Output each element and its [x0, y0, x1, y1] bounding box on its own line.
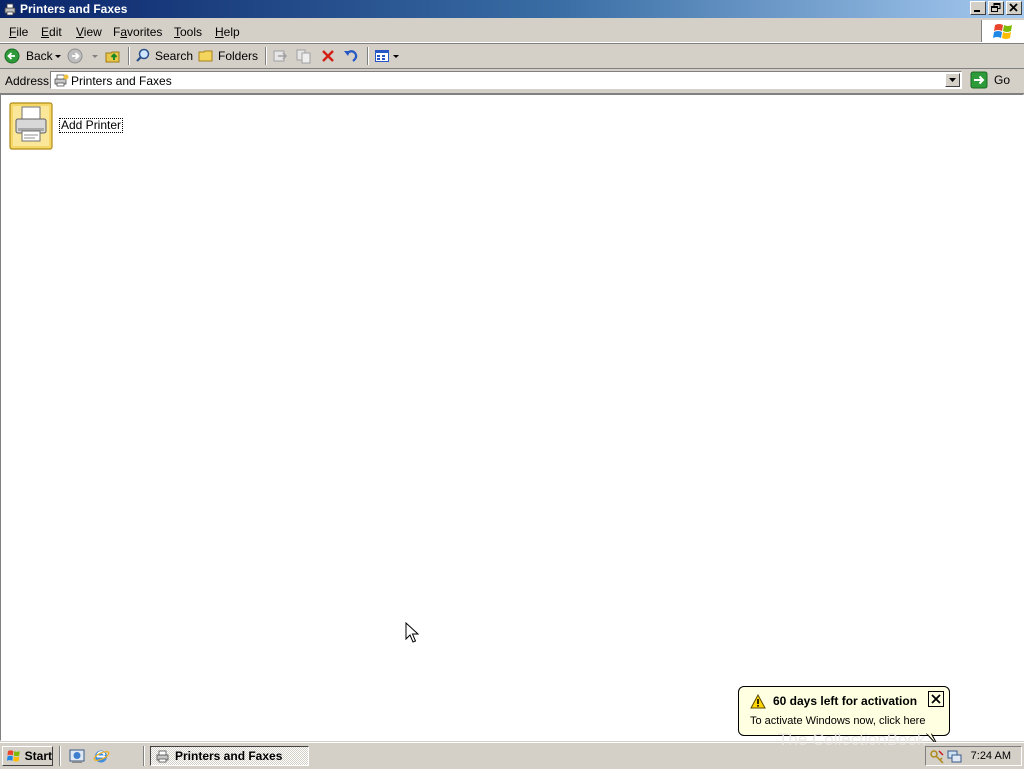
- windows-flag-icon: [993, 24, 1012, 39]
- windows-logo: [981, 20, 1024, 42]
- menu-label: elp: [223, 25, 240, 39]
- mouse-cursor-icon: [405, 622, 419, 643]
- internet-explorer-icon: [93, 750, 110, 763]
- back-label: Back: [26, 49, 53, 63]
- go-button[interactable]: Go: [970, 71, 1010, 89]
- search-label: Search: [155, 49, 194, 63]
- chevron-down-icon: [55, 55, 61, 58]
- server-management-icon: [69, 749, 85, 763]
- folders-button[interactable]: Folders: [198, 47, 258, 65]
- undo-button[interactable]: [343, 47, 359, 65]
- address-bar: Address Printers and Faxes Go: [0, 69, 1024, 94]
- back-history-dropdown[interactable]: [54, 47, 62, 65]
- address-dropdown-button[interactable]: [945, 73, 960, 87]
- move-to-button[interactable]: [272, 47, 288, 65]
- address-input[interactable]: Printers and Faxes: [50, 71, 962, 89]
- restore-button[interactable]: [988, 1, 1004, 15]
- balloon-text[interactable]: To activate Windows now, click here: [750, 715, 925, 727]
- network-icon[interactable]: [947, 749, 962, 767]
- address-value: Printers and Faxes: [71, 74, 172, 88]
- title-bar[interactable]: Printers and Faxes: [0, 0, 1024, 18]
- close-button[interactable]: [1006, 1, 1022, 15]
- go-label: Go: [994, 73, 1011, 87]
- chevron-down-icon: [92, 55, 98, 58]
- address-label-text: Address: [5, 74, 50, 88]
- undo-icon: [344, 50, 358, 62]
- start-button[interactable]: Start: [2, 746, 53, 766]
- forward-arrow-icon: [67, 48, 83, 64]
- menu-view[interactable]: View: [76, 25, 102, 39]
- balloon-close-button[interactable]: [928, 691, 944, 707]
- printer-folder-icon: [53, 73, 69, 90]
- menu-bar: File Edit View Favorites Tools Help: [0, 20, 1024, 43]
- menu-edit[interactable]: Edit: [41, 25, 62, 39]
- views-icon: [375, 50, 389, 62]
- forward-button[interactable]: [67, 47, 83, 65]
- delete-icon: [322, 50, 334, 62]
- back-arrow-icon: [4, 48, 20, 64]
- printer-folder-icon: [3, 2, 17, 19]
- activation-keys-icon[interactable]: [930, 749, 945, 767]
- forward-history-dropdown[interactable]: [91, 47, 99, 65]
- close-icon: [931, 694, 941, 704]
- menu-favorites[interactable]: Favorites: [113, 25, 162, 39]
- clock[interactable]: 7:24 AM: [971, 750, 1011, 762]
- add-printer-icon: [9, 102, 53, 150]
- taskbar-item-printers-and-faxes[interactable]: Printers and Faxes: [150, 746, 309, 766]
- balloon-title: 60 days left for activation: [773, 694, 918, 708]
- copy-to-button[interactable]: [296, 47, 312, 65]
- menu-label: dit: [49, 25, 62, 39]
- menu-label: ile: [16, 25, 29, 39]
- close-icon: [1009, 3, 1018, 12]
- address-label: Address: [5, 74, 49, 88]
- up-folder-button[interactable]: [105, 47, 121, 65]
- search-button[interactable]: Search: [135, 47, 193, 65]
- menu-accel: V: [76, 25, 84, 39]
- restore-icon: [991, 3, 1001, 12]
- menu-label: vorites: [127, 25, 163, 39]
- delete-button[interactable]: [320, 47, 336, 65]
- minimize-button[interactable]: [970, 1, 986, 15]
- move-to-icon: [273, 50, 288, 62]
- start-label: Start: [24, 749, 52, 763]
- back-button[interactable]: Back: [4, 47, 53, 65]
- internet-explorer-launcher[interactable]: [93, 748, 110, 767]
- watermark: The CollectionBook: [778, 730, 926, 749]
- menu-accel: H: [215, 25, 224, 39]
- add-printer-item[interactable]: [7, 101, 55, 154]
- menu-tools[interactable]: Tools: [174, 25, 202, 39]
- minimize-icon: [974, 10, 980, 12]
- chevron-down-icon: [949, 78, 956, 82]
- go-arrow-icon: [970, 71, 988, 89]
- standard-toolbar: Back Search Folders: [0, 44, 1024, 69]
- warning-icon: [750, 693, 766, 712]
- show-desktop-launcher[interactable]: [69, 748, 86, 767]
- windows-flag-icon: [6, 750, 20, 762]
- printer-folder-icon: [156, 750, 169, 763]
- menu-help[interactable]: Help: [215, 25, 240, 39]
- add-printer-label[interactable]: Add Printer: [59, 118, 124, 133]
- menu-accel: E: [41, 25, 50, 39]
- folder-up-icon: [105, 51, 120, 63]
- menu-label: ools: [180, 25, 203, 39]
- chevron-down-icon: [393, 55, 399, 58]
- menu-file[interactable]: File: [9, 25, 28, 39]
- menu-label: iew: [83, 25, 102, 39]
- activation-balloon[interactable]: 60 days left for activation To activate …: [738, 686, 950, 736]
- folder-content-pane[interactable]: Add Printer: [0, 94, 1024, 741]
- system-tray: 7:24 AM: [925, 746, 1022, 766]
- search-icon: [136, 48, 150, 62]
- views-button[interactable]: [374, 47, 400, 65]
- folders-icon: [198, 50, 213, 62]
- taskbar-item-label: Printers and Faxes: [175, 749, 283, 763]
- window-title: Printers and Faxes: [20, 2, 128, 16]
- copy-to-icon: [296, 49, 311, 64]
- folders-label: Folders: [218, 49, 259, 63]
